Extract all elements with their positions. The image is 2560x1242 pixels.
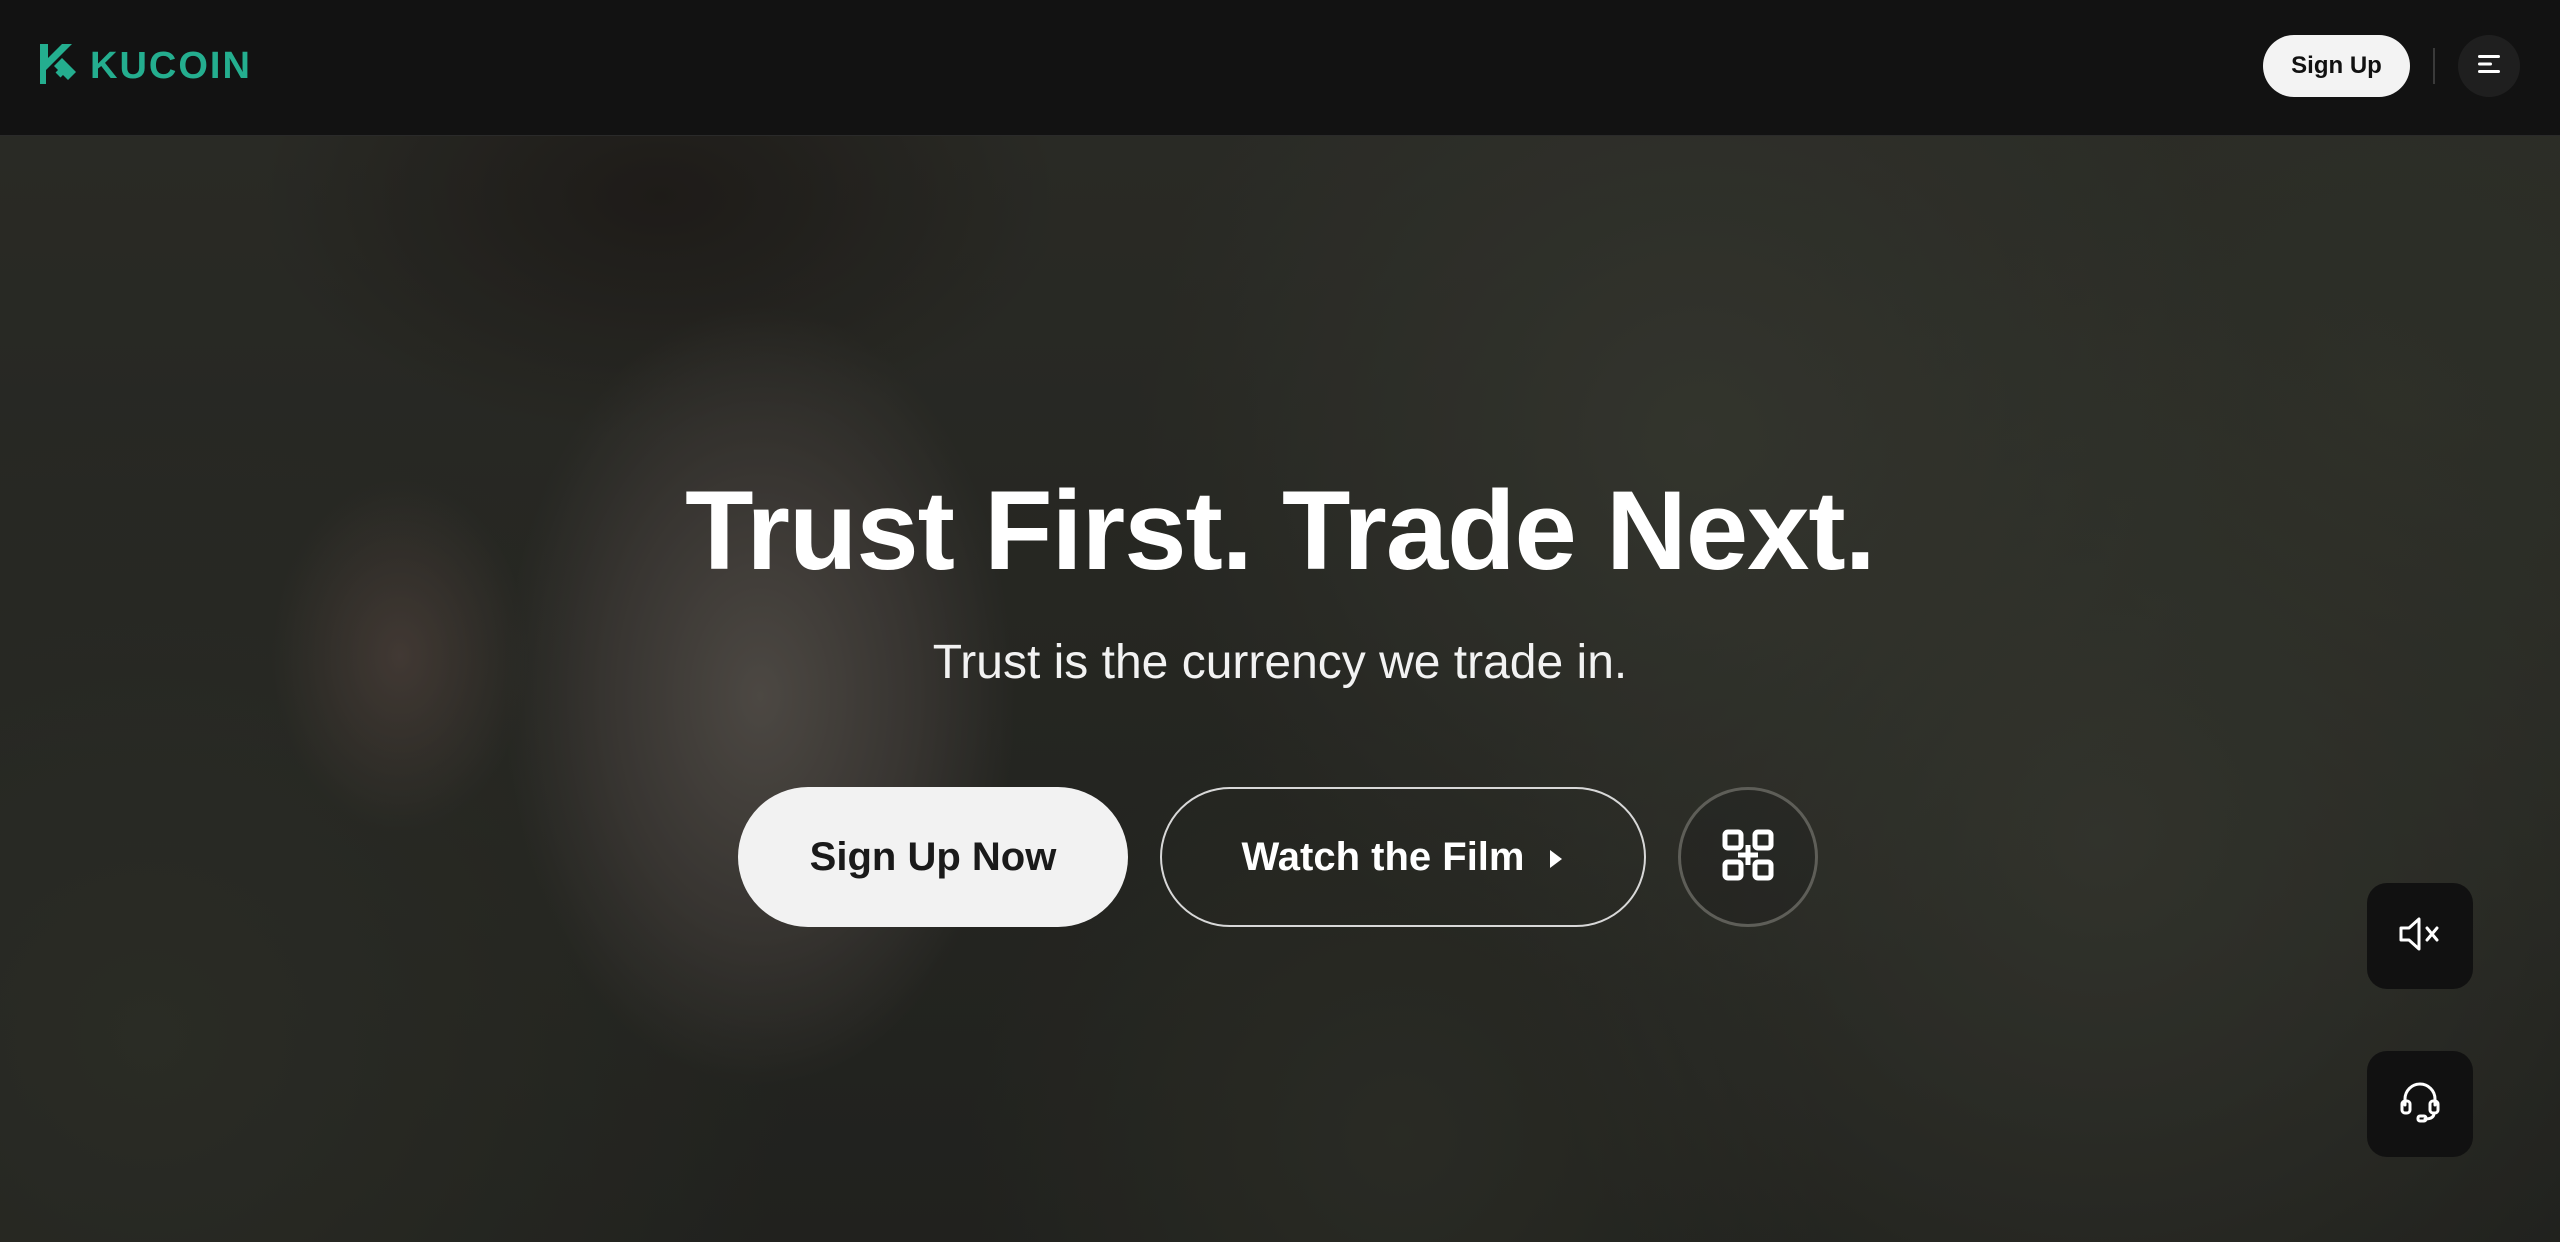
- play-icon: [1548, 835, 1564, 880]
- page: KUCOIN Sign Up Trust First. Trade Next. …: [0, 0, 2560, 1242]
- customer-support-button[interactable]: [2367, 1051, 2473, 1157]
- mute-icon: [2397, 914, 2443, 959]
- qr-code-button[interactable]: [1678, 787, 1818, 927]
- logo-text: KUCOIN: [90, 45, 252, 87]
- menu-icon: [2476, 53, 2502, 80]
- watch-the-film-label: Watch the Film: [1241, 834, 1525, 879]
- sign-up-now-button[interactable]: Sign Up Now: [738, 787, 1128, 927]
- hero-subheadline: Trust is the currency we trade in.: [932, 636, 1628, 689]
- hero-headline: Trust First. Trade Next.: [685, 468, 1876, 593]
- menu-button[interactable]: [2458, 35, 2520, 97]
- header-divider: [2433, 48, 2435, 84]
- sign-up-button[interactable]: Sign Up: [2263, 35, 2410, 97]
- hero-section: Trust First. Trade Next. Trust is the cu…: [0, 136, 2560, 1242]
- kucoin-logo[interactable]: KUCOIN: [36, 42, 252, 90]
- mute-button[interactable]: [2367, 883, 2473, 989]
- qr-code-icon: [1720, 827, 1776, 888]
- headset-icon: [2397, 1079, 2443, 1130]
- watch-the-film-button[interactable]: Watch the Film: [1160, 787, 1646, 927]
- top-navigation-bar: KUCOIN Sign Up: [0, 0, 2560, 136]
- kucoin-logo-icon: [36, 40, 80, 93]
